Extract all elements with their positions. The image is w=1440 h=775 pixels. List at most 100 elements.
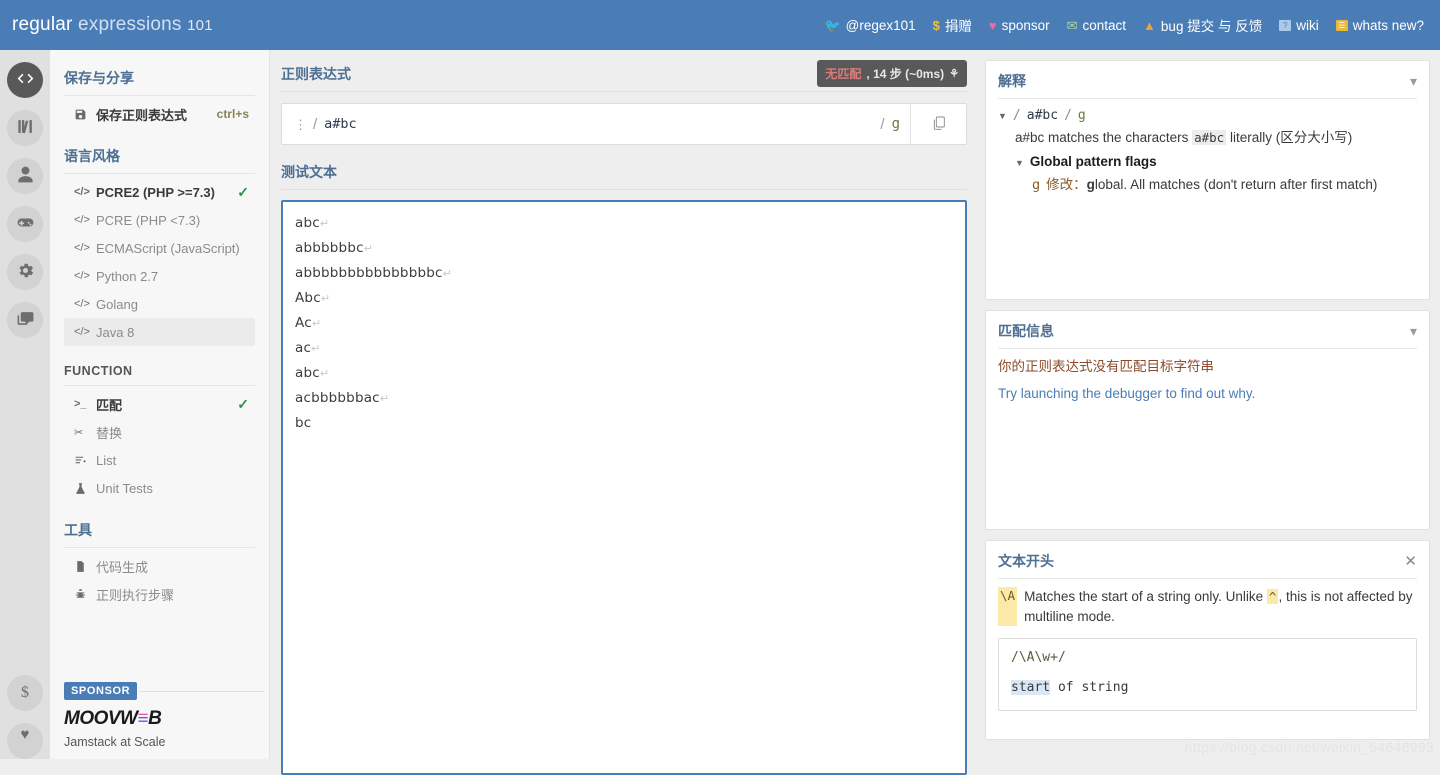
expand-caret-icon[interactable]: ▼: [1015, 157, 1024, 170]
tool-label: 代码生成: [96, 557, 249, 576]
test-line: abc↵: [295, 361, 953, 386]
explanation-title: 解释: [998, 71, 1026, 91]
quick-desc-text: Matches the start of a string only. Unli…: [1024, 587, 1417, 626]
site-logo[interactable]: regular expressions 101: [12, 14, 213, 36]
match-info-panel: 匹配信息 ▾ 你的正则表达式没有匹配目标字符串 Try launching th…: [985, 310, 1430, 530]
example-rest: of string: [1050, 680, 1128, 695]
pilcrow-icon: ↵: [380, 392, 389, 405]
sidebar-item-tool-code-generator[interactable]: 代码生成: [64, 552, 255, 580]
quick-reference-description: \A Matches the start of a string only. U…: [998, 587, 1417, 626]
debugger-link[interactable]: Try launching the debugger to find out w…: [998, 384, 1417, 404]
regex-input-inner[interactable]: ⋮ / a#bc / g: [282, 104, 910, 144]
rail-item-settings[interactable]: [7, 254, 43, 290]
nav-whats-new[interactable]: ☰ whats new?: [1330, 15, 1430, 36]
sidebar-heading-function: FUNCTION: [64, 346, 255, 386]
gear-icon: [16, 261, 35, 283]
rail-item-code[interactable]: [7, 62, 43, 98]
quick-reference-example: /\A\w+/ start of string: [998, 638, 1417, 711]
gamepad-icon: [16, 213, 35, 235]
flavor-label: Java 8: [96, 325, 249, 340]
logo-light: expressions: [78, 14, 182, 35]
nav-wiki-label: wiki: [1296, 18, 1319, 33]
flag-text: lobal. All matches (don't return after f…: [1095, 177, 1377, 192]
nav-bug[interactable]: ▲ bug 提交 与 反馈: [1137, 12, 1268, 38]
sidebar-item-flavor-java[interactable]: </> Java 8: [64, 318, 255, 346]
sidebar-item-function-substitution[interactable]: ✂ 替换: [64, 418, 255, 446]
sponsor-logo-part1: MOOVW: [64, 708, 138, 729]
test-section-title: 测试文本: [281, 158, 967, 190]
expand-caret-icon[interactable]: ▼: [998, 110, 1007, 123]
desc-pre: a#bc matches the characters: [1015, 130, 1192, 145]
sidebar-item-function-unit-tests[interactable]: Unit Tests: [64, 474, 255, 502]
sidebar-item-function-match[interactable]: >_ 匹配 ✓: [64, 390, 255, 418]
test-line: Abc↵: [295, 286, 953, 311]
list-icon: [74, 454, 96, 467]
test-string-editor[interactable]: abc↵ abbbbbbc↵ abbbbbbbbbbbbbbbc↵ Abc↵ A…: [281, 200, 967, 775]
rail-item-account[interactable]: [7, 158, 43, 194]
sidebar-item-save-regex[interactable]: 保存正则表达式 ctrl+s: [64, 100, 255, 128]
pilcrow-icon: ↵: [443, 267, 452, 280]
regex-pattern-input[interactable]: a#bc: [324, 116, 873, 132]
sidebar-item-flavor-python[interactable]: </> Python 2.7: [64, 262, 255, 290]
wiki-icon: ?: [1279, 20, 1291, 31]
quick-reference-header: 文本开头 ✕: [998, 541, 1417, 579]
test-line-text: acbbbbbbac: [295, 390, 380, 406]
test-line-text: Abc: [295, 290, 321, 306]
match-status-badge[interactable]: 无匹配, 14 步 (~0ms) ⚘: [817, 60, 967, 87]
nav-donate[interactable]: $ 捐赠: [927, 12, 978, 38]
sidebar-item-function-list[interactable]: List: [64, 446, 255, 474]
regex-input-box[interactable]: ⋮ / a#bc / g: [281, 103, 967, 145]
rail-item-library[interactable]: [7, 110, 43, 146]
check-icon: ✓: [237, 396, 249, 413]
sidebar-item-flavor-ecmascript[interactable]: </> ECMAScript (JavaScript): [64, 234, 255, 262]
explanation-pattern-row[interactable]: ▼ / a#bc / g: [998, 107, 1417, 126]
heart-icon: ♥: [21, 726, 30, 743]
icon-rail: $ ♥: [0, 50, 50, 759]
test-line: acbbbbbbac↵: [295, 386, 953, 411]
function-label: 匹配: [96, 395, 237, 414]
regex-section-title: 正则表达式 无匹配, 14 步 (~0ms) ⚘: [281, 60, 967, 92]
pilcrow-icon: ↵: [364, 242, 373, 255]
rail-item-donate[interactable]: $: [7, 675, 43, 711]
sidebar-item-tool-regex-debugger[interactable]: 正则执行步骤: [64, 580, 255, 608]
save-regex-shortcut: ctrl+s: [217, 107, 249, 121]
rail-item-favorite[interactable]: ♥: [7, 723, 43, 759]
sponsor-divider: [139, 691, 264, 692]
sidebar-item-flavor-golang[interactable]: </> Golang: [64, 290, 255, 318]
rail-item-gamepad[interactable]: [7, 206, 43, 242]
nav-sponsor[interactable]: ♥ sponsor: [983, 15, 1056, 36]
nav-contact-label: contact: [1083, 18, 1127, 33]
pattern-open-slash: /: [1013, 107, 1021, 126]
close-icon[interactable]: ✕: [1404, 552, 1417, 570]
nav-wiki[interactable]: ? wiki: [1273, 15, 1325, 36]
sponsor-block[interactable]: SPONSOR MOOVW≡B Jamstack at Scale: [64, 682, 264, 749]
save-icon: [74, 108, 96, 121]
nav-sponsor-label: sponsor: [1002, 18, 1050, 33]
sidebar-heading-tools: 工具: [64, 502, 255, 548]
chevron-down-icon[interactable]: ▾: [1410, 323, 1417, 340]
debug-icon[interactable]: ⚘: [949, 67, 959, 80]
bug-icon: ▲: [1143, 19, 1156, 32]
sponsor-tagline: Jamstack at Scale: [64, 735, 264, 749]
rail-item-chat[interactable]: [7, 302, 43, 338]
regex-heading-label: 正则表达式: [281, 66, 351, 82]
drag-handle-icon[interactable]: ⋮: [294, 118, 306, 131]
regex-flags-input[interactable]: g: [892, 116, 900, 132]
flavor-label: PCRE2 (PHP >=7.3): [96, 185, 237, 200]
sidebar-item-flavor-pcre2[interactable]: </> PCRE2 (PHP >=7.3) ✓: [64, 178, 255, 206]
copy-regex-button[interactable]: [910, 104, 966, 144]
explanation-body: ▼ / a#bc / g a#bc matches the characters…: [998, 99, 1417, 196]
sidebar-item-flavor-pcre[interactable]: </> PCRE (PHP <7.3): [64, 206, 255, 234]
explanation-header: 解释 ▾: [998, 61, 1417, 99]
pilcrow-icon: ↵: [311, 342, 320, 355]
match-steps-text: , 14 步 (~0ms): [866, 65, 944, 82]
nav-twitter[interactable]: 🐦 @regex101: [818, 15, 921, 36]
global-flags-heading[interactable]: ▼ Global pattern flags: [998, 152, 1417, 172]
test-line-text: abbbbbbc: [295, 240, 364, 256]
example-match: start: [1011, 680, 1050, 695]
chevron-down-icon[interactable]: ▾: [1410, 73, 1417, 90]
nav-contact[interactable]: ✉ contact: [1061, 15, 1132, 36]
save-regex-label: 保存正则表达式: [96, 105, 217, 124]
desc-post: literally (区分大小写): [1226, 130, 1352, 145]
main-editor-column: 正则表达式 无匹配, 14 步 (~0ms) ⚘ ⋮ / a#bc / g 测试…: [271, 50, 977, 759]
